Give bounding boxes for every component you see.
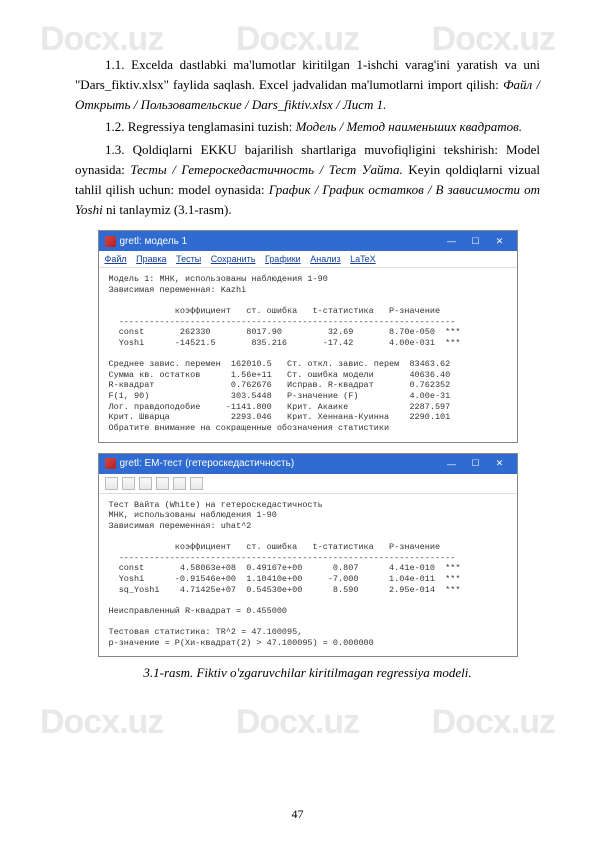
watermark-bottom: Docx.uz Docx.uz Docx.uz: [0, 683, 595, 742]
titlebar-2: gretl: ЕМ-тест (гетероскедастичность) — …: [99, 454, 517, 474]
menubar-1: Файл Правка Тесты Сохранить Графики Анал…: [99, 251, 517, 268]
paragraph-2: 1.2. Regressiya tenglamasini tuzish: Мод…: [75, 117, 540, 137]
menu-tests[interactable]: Тесты: [176, 254, 201, 264]
p3-text-c: ni tanlaymiz (3.1-rasm).: [106, 202, 232, 217]
wm-3: Docx.uz: [432, 20, 555, 59]
model-output-1: Модель 1: МНК, использованы наблюдения 1…: [99, 268, 517, 441]
close-button[interactable]: ✕: [489, 233, 511, 249]
window-controls-2: — ☐ ✕: [441, 456, 511, 472]
app-icon-2: [105, 458, 116, 469]
wm-1: Docx.uz: [40, 20, 163, 59]
menu-graphs[interactable]: Графики: [265, 254, 301, 264]
window-title-2: gretl: ЕМ-тест (гетероскедастичность): [120, 458, 295, 469]
minimize-button-2[interactable]: —: [441, 456, 463, 472]
toolbar-button[interactable]: [105, 477, 118, 490]
toolbar-button[interactable]: [173, 477, 186, 490]
toolbar-button[interactable]: [122, 477, 135, 490]
figure-caption: 3.1-rasm. Fiktiv o'zgaruvchilar kiritilm…: [75, 665, 540, 681]
toolbar-button[interactable]: [139, 477, 152, 490]
menu-analysis[interactable]: Анализ: [310, 254, 340, 264]
menu-edit[interactable]: Правка: [136, 254, 166, 264]
minimize-button[interactable]: —: [441, 233, 463, 249]
menu-file[interactable]: Файл: [105, 254, 127, 264]
toolbar-button[interactable]: [190, 477, 203, 490]
gretl-model-window: gretl: модель 1 — ☐ ✕ Файл Правка Тесты …: [98, 230, 518, 442]
gretl-test-window: gretl: ЕМ-тест (гетероскедастичность) — …: [98, 453, 518, 658]
page-number: 47: [0, 807, 595, 822]
wm-5: Docx.uz: [236, 703, 359, 742]
window-controls-1: — ☐ ✕: [441, 233, 511, 249]
maximize-button[interactable]: ☐: [465, 233, 487, 249]
wm-4: Docx.uz: [40, 703, 163, 742]
toolbar-2: [99, 474, 517, 494]
close-button-2[interactable]: ✕: [489, 456, 511, 472]
app-icon: [105, 236, 116, 247]
menu-save[interactable]: Сохранить: [211, 254, 256, 264]
model-output-2: Тест Вайта (White) на гетероскедастичнос…: [99, 494, 517, 657]
p2-text: 1.2. Regressiya tenglamasini tuzish:: [105, 119, 296, 134]
paragraph-3: 1.3. Qoldiqlarni EKKU bajarilish shartla…: [75, 140, 540, 221]
titlebar-1: gretl: модель 1 — ☐ ✕: [99, 231, 517, 251]
p2-italic: Модель / Метод наименьших квадратов.: [296, 119, 522, 134]
paragraph-1: 1.1. Excelda dastlabki ma'lumotlar kirit…: [75, 55, 540, 115]
wm-2: Docx.uz: [236, 20, 359, 59]
toolbar-button[interactable]: [156, 477, 169, 490]
maximize-button-2[interactable]: ☐: [465, 456, 487, 472]
p3-italic-1: Тесты / Гетероскедастичность / Тест Уайт…: [130, 162, 402, 177]
p1-text: 1.1. Excelda dastlabki ma'lumotlar kirit…: [75, 57, 540, 92]
window-title-1: gretl: модель 1: [120, 236, 188, 247]
watermark-top: Docx.uz Docx.uz Docx.uz: [0, 0, 595, 59]
wm-6: Docx.uz: [432, 703, 555, 742]
menu-latex[interactable]: LaTeX: [350, 254, 376, 264]
